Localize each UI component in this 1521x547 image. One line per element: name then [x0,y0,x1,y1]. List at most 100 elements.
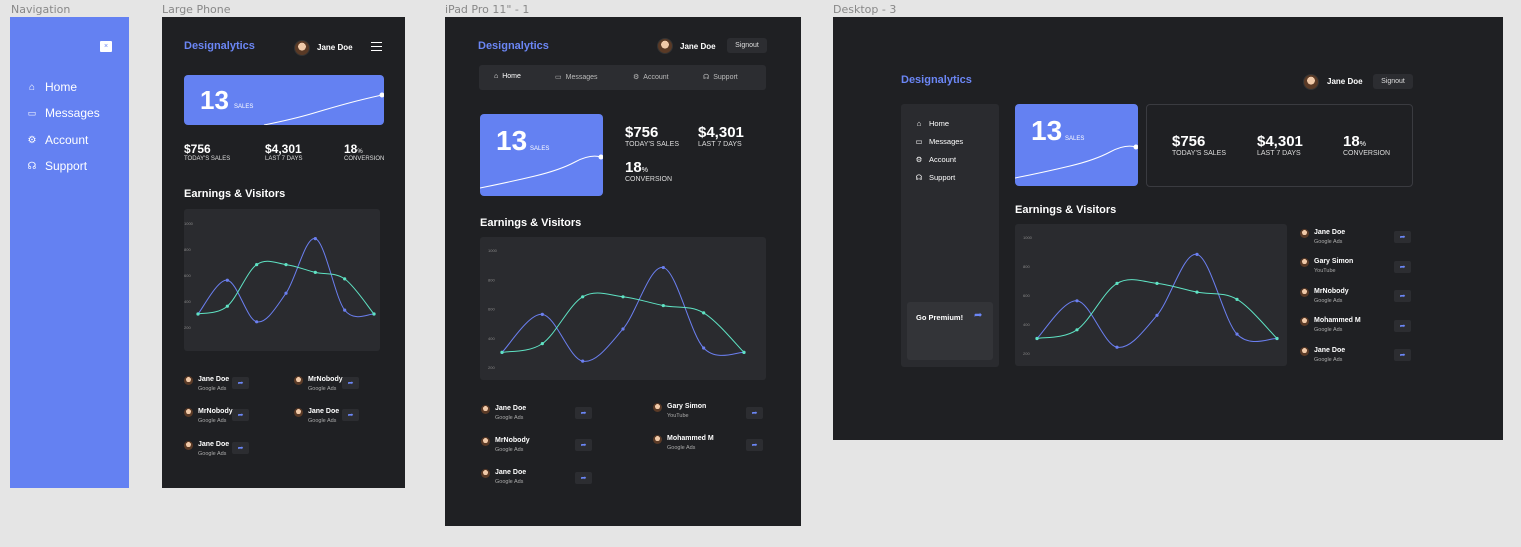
share-arrow-icon: ➦ [1399,352,1406,359]
stat-value-wrap: 18% [625,159,672,176]
close-button[interactable]: × [100,41,112,52]
sidebar-item-messages[interactable]: ▭ Messages [915,137,963,146]
referrer-name: Jane Doe [198,376,230,383]
y-tick-label: 400 [1023,322,1030,327]
avatar [184,408,193,417]
brand-logo[interactable]: Designalytics [478,40,549,52]
avatar[interactable] [294,40,310,56]
stat-value: 18 [344,142,358,156]
share-arrow-icon: ➦ [1399,234,1406,241]
share-button[interactable]: ➦ [575,439,592,451]
brand-logo[interactable]: Designalytics [901,74,972,86]
nav-item-account[interactable]: ⚙ Account [26,133,89,147]
hamburger-icon[interactable] [371,42,382,51]
stat-label: LAST 7 DAYS [698,141,742,148]
series-line [1036,253,1278,348]
tab-account[interactable]: ⚙ Account [633,73,669,82]
referrer-source: Google Ads [667,445,696,451]
signout-button[interactable]: Signout [727,38,767,53]
avatar [184,441,193,450]
share-button[interactable]: ➦ [1394,261,1411,273]
y-tick-label: 800 [1023,264,1030,269]
data-point [581,359,585,363]
nav-label: Home [45,80,78,94]
avatar [653,435,662,444]
share-button[interactable]: ➦ [232,409,249,421]
referrer-source: Google Ads [1314,327,1343,333]
referrer-name: Jane Doe [1314,229,1346,236]
earnings-chart: 1000 800 600 400 200 [480,237,766,380]
referrer-source: Google Ads [495,479,524,485]
sales-sparkline [263,92,384,125]
tab-label: Support [713,73,738,81]
share-button[interactable]: ➦ [746,439,763,451]
stat-value: $4,301 [265,142,302,156]
data-point [1235,297,1239,301]
y-tick-label: 800 [488,277,495,282]
avatar [184,376,193,385]
avatar[interactable] [657,38,673,54]
stat-week: $4,301 LAST 7 DAYS [698,124,744,148]
y-tick-label: 400 [184,299,191,304]
share-button[interactable]: ➦ [575,472,592,484]
headset-icon: ☊ [915,173,923,182]
referrer-name: Jane Doe [495,405,527,412]
share-button[interactable]: ➦ [1394,349,1411,361]
avatar [1300,288,1309,297]
data-point [343,277,347,281]
sidebar-item-account[interactable]: ⚙ Account [915,155,956,164]
tab-messages[interactable]: ▭ Messages [555,73,598,82]
avatar [481,437,490,446]
series-line [1036,279,1278,339]
stat-label: LAST 7 DAYS [265,156,303,162]
ipad-frame: Designalytics Jane Doe Signout ⌂ Home ▭ Me… [445,17,801,526]
brand-logo[interactable]: Designalytics [184,40,255,52]
tab-label: Home [502,73,521,80]
stat-value: $756 [184,142,211,156]
headset-icon: ☊ [703,74,710,81]
sidebar-item-support[interactable]: ☊ Support [915,173,956,182]
premium-label: Go Premium! [916,313,964,322]
stat-today: $756 TODAY'S SALES [184,142,230,162]
nav-item-support[interactable]: ☊ Support [26,159,87,173]
signout-button[interactable]: Signout [1373,74,1413,89]
premium-card[interactable]: Go Premium! ➦ [907,302,993,360]
tab-home[interactable]: ⌂ Home [494,73,521,80]
nav-item-home[interactable]: ⌂ Home [26,80,77,94]
share-button[interactable]: ➦ [342,409,359,421]
avatar [481,469,490,478]
referrer-name: Mohammed M [1314,317,1361,324]
share-button[interactable]: ➦ [1394,320,1411,332]
tab-support[interactable]: ☊ Support [703,73,738,82]
sidebar-item-home[interactable]: ⌂ Home [915,119,949,128]
share-arrow-icon: ➦ [974,310,983,321]
share-arrow-icon: ➦ [347,412,354,419]
sidebar-item-label: Account [929,155,957,164]
stat-week: $4,301 LAST 7 DAYS [265,142,302,162]
share-button[interactable]: ➦ [232,377,249,389]
share-button[interactable]: ➦ [232,442,249,454]
earnings-chart: 1000 800 600 400 200 [1015,224,1287,366]
avatar[interactable] [1303,74,1319,90]
share-button[interactable]: ➦ [575,407,592,419]
share-button[interactable]: ➦ [342,377,359,389]
message-icon: ▭ [915,137,923,146]
data-point [1115,345,1119,349]
home-icon: ⌂ [494,73,499,80]
data-point [1235,332,1239,336]
share-button[interactable]: ➦ [1394,290,1411,302]
y-tick-label: 200 [1023,351,1030,356]
data-point [702,311,706,315]
frame-label-navigation: Navigation [11,3,71,16]
sidebar-item-label: Messages [929,137,964,146]
sidebar: ⌂ Home ▭ Messages ⚙ Account ☊ Support Go Pre… [901,104,999,367]
sidebar-item-label: Support [929,173,956,182]
stat-label: TODAY'S SALES [1172,150,1226,157]
nav-item-messages[interactable]: ▭ Messages [26,106,100,120]
stat-today: $756 TODAY'S SALES [625,124,679,148]
share-button[interactable]: ➦ [1394,231,1411,243]
stat-value: $4,301 [698,124,744,141]
referrer-source: YouTube [1314,268,1336,274]
share-button[interactable]: ➦ [746,407,763,419]
stat-label: LAST 7 DAYS [1257,150,1301,157]
